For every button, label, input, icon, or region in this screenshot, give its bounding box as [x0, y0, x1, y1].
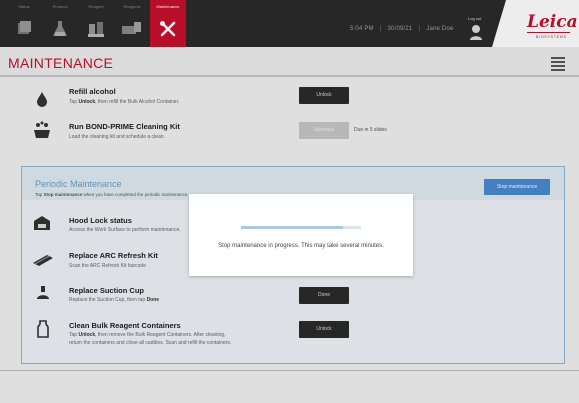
progress-dialog: Stop maintenance in progress. This may t…: [189, 194, 413, 276]
progress-message: Stop maintenance in progress. This may t…: [218, 243, 384, 249]
progress-bar: [241, 226, 361, 229]
progress-fill: [241, 226, 343, 229]
